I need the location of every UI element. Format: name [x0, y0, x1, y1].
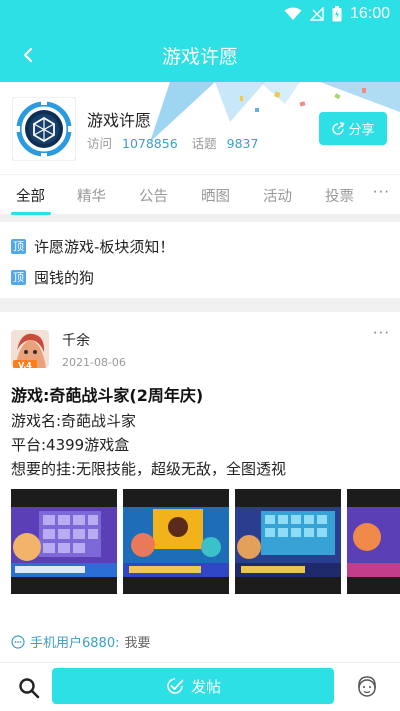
search-button[interactable]	[14, 673, 44, 703]
tab-votes[interactable]: 投票	[325, 185, 354, 206]
tab-all[interactable]: 全部	[16, 185, 45, 206]
no-signal-icon	[309, 7, 324, 21]
page-title: 游戏许愿	[161, 46, 238, 68]
search-icon	[19, 678, 40, 699]
active-tab-indicator	[11, 212, 51, 215]
pin-badge: 顶	[11, 270, 26, 285]
status-time: 16:00	[349, 5, 390, 22]
share-icon	[332, 121, 345, 135]
avatar[interactable]: V.4	[11, 330, 49, 368]
status-icons: 16:00	[284, 5, 390, 23]
reply-user[interactable]: 手机用户6880:	[30, 632, 119, 651]
visits-label: 访问	[87, 136, 113, 151]
tabs-more-button[interactable]: ···	[373, 183, 390, 201]
post-more-button[interactable]: ···	[373, 324, 390, 342]
tab-photos[interactable]: 晒图	[201, 185, 230, 206]
post-body-line: 平台:4399游戏盒	[11, 436, 130, 454]
tab-events[interactable]: 活动	[263, 185, 292, 206]
pinned-item[interactable]: 顶 囤钱的狗	[11, 267, 94, 288]
share-button[interactable]: 分享	[319, 112, 387, 145]
pin-badge: 顶	[11, 239, 26, 254]
pinned-posts: 顶 许愿游戏-板块须知！ 顶 囤钱的狗	[0, 222, 400, 298]
category-tabs: 全部 精华 公告 晒图 活动 投票 ···	[0, 174, 400, 215]
share-label: 分享	[348, 123, 375, 138]
post-image[interactable]	[347, 489, 400, 594]
post-body-line: 游戏名:奇葩战斗家	[11, 412, 137, 430]
tab-announcements[interactable]: 公告	[139, 185, 168, 206]
game-screenshot-image	[235, 507, 341, 577]
post-image[interactable]	[11, 489, 117, 594]
topics-count: 9837	[226, 136, 259, 151]
post-image[interactable]	[123, 489, 229, 594]
latest-reply[interactable]: 手机用户6880: 我要	[11, 632, 150, 651]
new-post-button[interactable]: 发帖	[52, 668, 334, 704]
tab-featured[interactable]: 精华	[77, 185, 106, 206]
new-post-label: 发帖	[190, 677, 221, 696]
game-screenshot-image	[123, 507, 229, 577]
forum-info-card: 游戏许愿 访问 1078856 话题 9837 分享	[0, 82, 400, 174]
bottom-action-bar: 发帖	[0, 662, 400, 711]
reply-text: 我要	[124, 636, 151, 651]
face-button[interactable]	[352, 672, 382, 702]
post-body-line: 想要的挂:无限技能，超级无敌，全图透视	[11, 460, 287, 478]
level-badge: V.4	[13, 360, 37, 368]
post-card[interactable]: V.4 千余 2021-08-06 ··· 游戏:奇葩战斗家(2周年庆) 游戏名…	[0, 312, 400, 662]
post-author[interactable]: 千余	[62, 330, 90, 350]
game-screenshot-image	[11, 507, 117, 577]
post-image[interactable]	[235, 489, 341, 594]
app-screen: 16:00 游戏许愿 游戏许愿 访问 1078856 话题 9837 分享 全部…	[0, 0, 400, 711]
user-face-icon	[358, 676, 376, 697]
post-title: 游戏:奇葩战斗家(2周年庆)	[11, 386, 204, 405]
forum-stats: 访问 1078856 话题 9837	[87, 133, 258, 152]
pinned-item[interactable]: 顶 许愿游戏-板块须知！	[11, 236, 174, 257]
wifi-icon	[284, 7, 302, 20]
battery-icon	[332, 6, 342, 22]
post-image-strip	[11, 489, 400, 594]
visits-count: 1078856	[122, 136, 178, 151]
post-date: 2021-08-06	[62, 356, 126, 369]
game-screenshot-image	[347, 507, 400, 577]
comment-icon	[11, 634, 25, 649]
pinned-item-title: 囤钱的狗	[34, 269, 95, 287]
header-bar: 游戏许愿	[0, 28, 400, 82]
forum-name: 游戏许愿	[87, 111, 152, 130]
status-bar: 16:00	[0, 0, 400, 28]
topics-label: 话题	[191, 136, 217, 151]
edit-post-icon	[167, 678, 184, 694]
forum-logo-icon	[12, 97, 76, 161]
pinned-item-title: 许愿游戏-板块须知！	[34, 238, 175, 256]
